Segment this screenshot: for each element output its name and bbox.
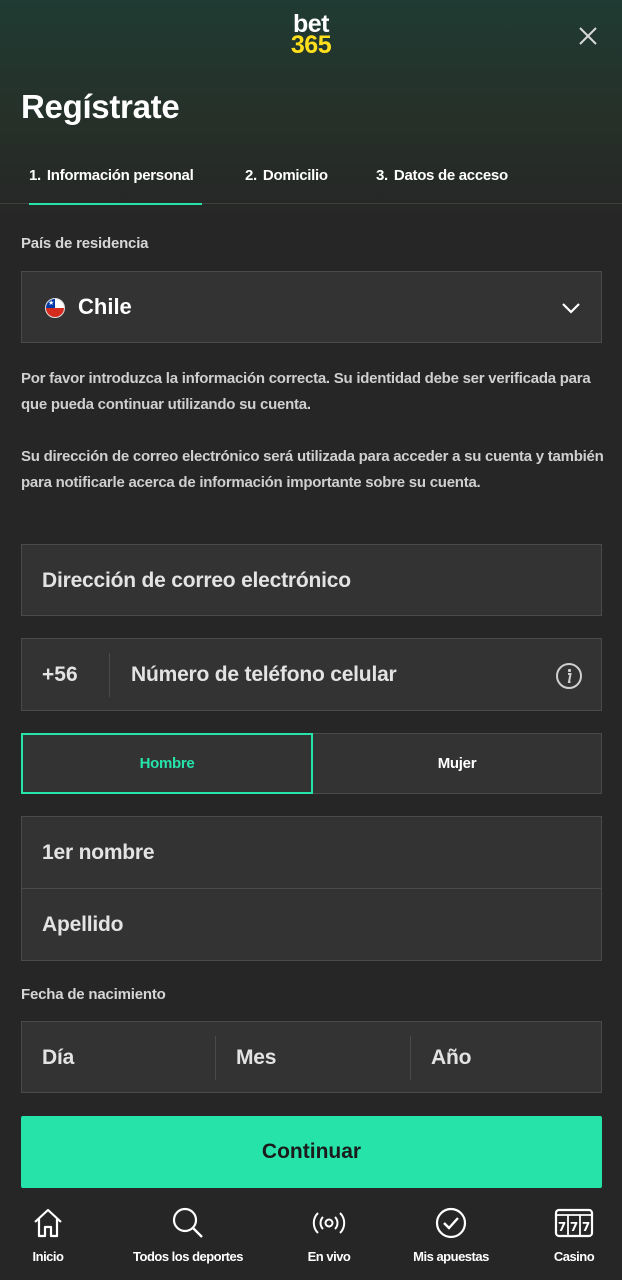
live-icon bbox=[312, 1212, 346, 1234]
tab-label: Información personal bbox=[46, 167, 194, 184]
country-select[interactable]: ★ Chile bbox=[21, 271, 602, 343]
bet365-logo: bet 365 bbox=[0, 12, 622, 59]
tab-datos-de-acceso[interactable]: 3. Datos de acceso bbox=[376, 156, 508, 204]
gender-selector: Hombre Mujer bbox=[21, 733, 602, 794]
country-label: País de residencia bbox=[21, 235, 149, 252]
tab-label: Datos de acceso bbox=[393, 167, 508, 184]
first-name-placeholder: 1er nombre bbox=[42, 841, 155, 864]
logo-365: 365 bbox=[290, 31, 332, 59]
day-placeholder: Día bbox=[42, 1046, 75, 1069]
nav-item-mis-apuestas[interactable]: Mis apuestas bbox=[386, 1190, 516, 1280]
gender-male-button[interactable]: Hombre bbox=[21, 733, 313, 794]
registration-page: bet 365 Regístrate 1. Información persona… bbox=[0, 0, 622, 1280]
dob-label: Fecha de nacimiento bbox=[21, 986, 166, 1003]
search-icon bbox=[172, 1207, 203, 1238]
year-placeholder: Año bbox=[431, 1046, 472, 1069]
nav-label: En vivo bbox=[307, 1249, 351, 1264]
check-circle-icon bbox=[435, 1207, 467, 1239]
country-value: Chile bbox=[78, 294, 132, 319]
month-field[interactable]: Mes bbox=[216, 1022, 410, 1094]
nav-label: Mis apuestas bbox=[413, 1249, 489, 1264]
step-tabs: 1. Información personal 2. Domicilio 3. Dat… bbox=[0, 156, 622, 205]
chile-flag-icon: ★ bbox=[45, 298, 65, 318]
gender-female-button[interactable]: Mujer bbox=[313, 733, 602, 794]
nav-item-en-vivo[interactable]: En vivo bbox=[264, 1190, 394, 1280]
tab-number: 2. bbox=[245, 167, 257, 184]
phone-prefix[interactable]: +56 bbox=[42, 663, 78, 687]
nav-label: Casino bbox=[553, 1249, 595, 1264]
tab-domicilio[interactable]: 2. Domicilio bbox=[245, 156, 328, 204]
svg-text:7: 7 bbox=[570, 1220, 578, 1234]
tab-number: 3. bbox=[376, 167, 388, 184]
svg-text:7: 7 bbox=[558, 1220, 566, 1234]
tab-label: Domicilio bbox=[262, 167, 328, 184]
home-icon bbox=[34, 1208, 62, 1238]
nav-item-inicio[interactable]: Inicio bbox=[0, 1190, 113, 1280]
phone-placeholder: Número de teléfono celular bbox=[131, 663, 397, 686]
bottom-nav: Inicio Todos los deportes En vivo Mis ap… bbox=[0, 1190, 622, 1280]
year-field[interactable]: Año bbox=[411, 1022, 601, 1094]
continue-button[interactable]: Continuar bbox=[21, 1116, 602, 1188]
identity-info-text: Por favor introduzca la información corr… bbox=[21, 370, 591, 413]
chevron-down-icon bbox=[561, 298, 581, 318]
email-placeholder: Dirección de correo electrónico bbox=[42, 569, 351, 592]
email-info-text: Su dirección de correo electrónico será … bbox=[21, 448, 604, 491]
day-field[interactable]: Día bbox=[22, 1022, 215, 1094]
nav-item-casino[interactable]: 7 7 7 Casino bbox=[509, 1190, 622, 1280]
slot-machine-icon: 7 7 7 bbox=[554, 1208, 594, 1238]
page-title: Regístrate bbox=[21, 88, 180, 125]
svg-text:7: 7 bbox=[582, 1220, 590, 1234]
close-icon[interactable] bbox=[578, 26, 598, 46]
last-name-placeholder: Apellido bbox=[42, 913, 124, 936]
nav-label: Inicio bbox=[32, 1249, 64, 1264]
last-name-field[interactable]: Apellido bbox=[22, 889, 601, 961]
email-field[interactable]: Dirección de correo electrónico bbox=[21, 544, 602, 616]
info-icon[interactable] bbox=[555, 662, 583, 690]
tab-number: 1. bbox=[29, 167, 41, 184]
name-fields: 1er nombre Apellido bbox=[21, 816, 602, 961]
nav-label: Todos los deportes bbox=[133, 1249, 243, 1264]
first-name-field[interactable]: 1er nombre bbox=[22, 817, 601, 889]
phone-field[interactable]: +56 Número de teléfono celular bbox=[21, 638, 602, 711]
month-placeholder: Mes bbox=[236, 1046, 277, 1069]
nav-item-todos-los-deportes[interactable]: Todos los deportes bbox=[123, 1190, 253, 1280]
dob-field: Día Mes Año bbox=[21, 1021, 602, 1093]
tab-informacion-personal[interactable]: 1. Información personal bbox=[29, 156, 202, 205]
phone-divider bbox=[109, 653, 110, 697]
